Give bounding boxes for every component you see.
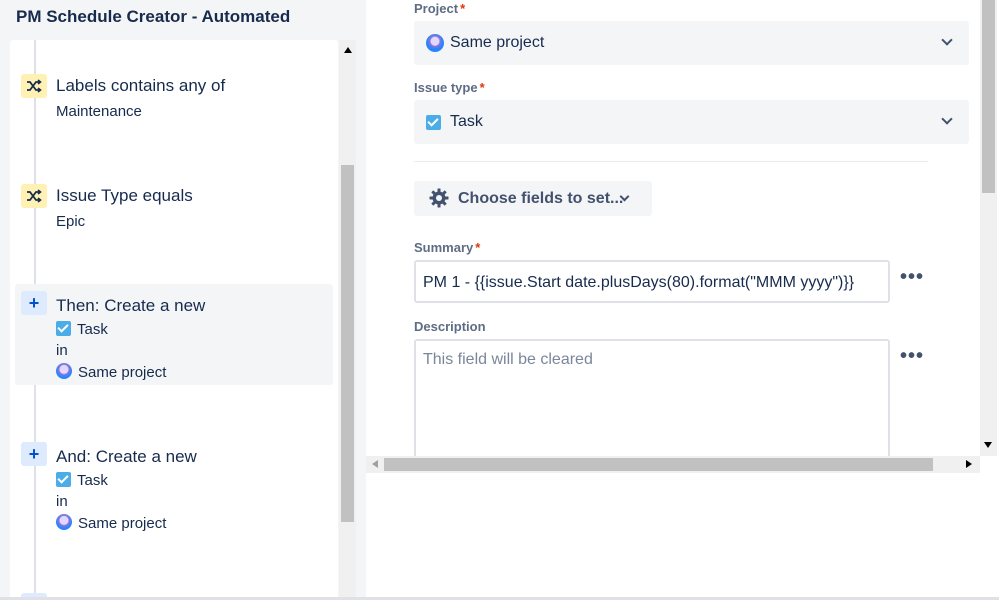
rule-condition-issue-type[interactable]: Issue Type equals Epic: [15, 178, 333, 238]
condition-value: Epic: [56, 213, 86, 230]
description-placeholder: This field will be cleared: [423, 351, 593, 368]
issue-type-select-value: Task: [450, 113, 483, 130]
scroll-right-arrow-icon[interactable]: [966, 460, 972, 468]
panel-footer-area: [366, 473, 999, 600]
task-checkbox-icon: [426, 115, 441, 130]
summary-value: PM 1 - {{issue.Start date.plusDays(80).f…: [423, 274, 855, 291]
action-title: Then: Create a new: [56, 296, 206, 315]
scroll-up-arrow-icon[interactable]: [339, 44, 356, 56]
condition-value: Maintenance: [56, 103, 142, 120]
project-label: Same project: [78, 515, 167, 532]
issue-type-label: Task: [77, 472, 108, 489]
project-avatar-icon: [56, 363, 72, 379]
section-divider: [414, 161, 928, 162]
description-label: Description: [414, 319, 486, 334]
action-in-label: in: [56, 493, 68, 510]
chevron-down-icon: [941, 34, 953, 46]
choose-fields-label: Choose fields to set...: [458, 190, 624, 207]
issue-type-label: Task: [77, 321, 108, 338]
rule-action-and-create[interactable]: + And: Create a new Task in Same project: [15, 435, 333, 536]
action-project: Same project: [56, 363, 166, 381]
project-label: Project *: [414, 1, 466, 16]
chevron-down-icon: [941, 113, 953, 125]
app-window: PM Schedule Creator - Automated Labels c…: [0, 0, 999, 600]
plus-icon: +: [21, 442, 47, 466]
summary-input[interactable]: PM 1 - {{issue.Start date.plusDays(80).f…: [414, 260, 890, 303]
task-checkbox-icon: [56, 321, 71, 336]
summary-label: Summary *: [414, 240, 481, 255]
summary-more-icon[interactable]: •••: [900, 266, 924, 289]
right-horizontal-scrollbar[interactable]: [366, 456, 980, 473]
action-project: Same project: [56, 514, 166, 532]
rule-title: PM Schedule Creator - Automated: [16, 7, 291, 26]
left-scrollbar[interactable]: [339, 40, 356, 600]
project-label: Same project: [78, 364, 167, 381]
project-select-value: Same project: [450, 34, 545, 51]
rule-condition-labels[interactable]: Labels contains any of Maintenance: [15, 68, 333, 128]
rule-panel: PM Schedule Creator - Automated Labels c…: [0, 0, 366, 600]
right-vertical-scrollbar-thumb[interactable]: [982, 0, 995, 193]
right-vertical-scrollbar[interactable]: [980, 0, 997, 456]
plus-icon: +: [21, 291, 47, 315]
right-horizontal-scrollbar-thumb[interactable]: [384, 458, 933, 471]
project-avatar-icon: [56, 514, 72, 530]
issue-type-label: Issue type *: [414, 80, 485, 95]
choose-fields-button[interactable]: Choose fields to set...: [414, 181, 652, 216]
condition-title: Issue Type equals: [56, 186, 193, 205]
action-issue-type: Task: [56, 321, 108, 338]
project-avatar-icon: [426, 34, 444, 52]
gear-icon: [429, 188, 449, 208]
action-issue-type: Task: [56, 472, 108, 489]
description-more-icon[interactable]: •••: [900, 345, 924, 368]
rule-action-then-create[interactable]: + Then: Create a new Task in Same projec…: [15, 284, 333, 385]
shuffle-icon: [21, 74, 47, 98]
task-checkbox-icon: [56, 472, 71, 487]
description-textarea[interactable]: This field will be cleared: [414, 339, 890, 469]
left-scrollbar-thumb[interactable]: [341, 165, 354, 522]
component-config-panel: Project* Same project Issue type* Task: [366, 0, 999, 600]
action-in-label: in: [56, 342, 68, 359]
scroll-down-arrow-icon[interactable]: [984, 442, 992, 448]
scroll-left-arrow-icon[interactable]: [372, 460, 378, 468]
shuffle-icon: [21, 184, 47, 208]
issue-type-select[interactable]: Task: [414, 100, 969, 144]
rule-component-list: Labels contains any of Maintenance Issue…: [10, 40, 338, 600]
project-select[interactable]: Same project: [414, 21, 969, 65]
condition-title: Labels contains any of: [56, 76, 226, 95]
action-title: And: Create a new: [56, 447, 197, 466]
